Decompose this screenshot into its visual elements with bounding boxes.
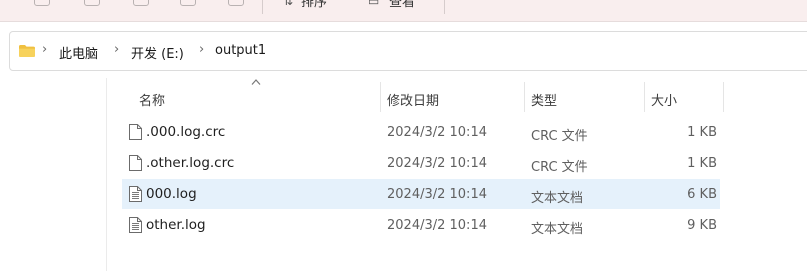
share-icon[interactable] <box>228 0 244 6</box>
file-row[interactable]: other.log 2024/3/2 10:14 文本文档 9 KB <box>122 210 720 240</box>
navigation-pane-divider[interactable] <box>106 78 107 271</box>
rename-icon[interactable] <box>180 0 196 6</box>
breadcrumb-folder[interactable]: output1 <box>215 43 266 58</box>
file-size: 6 KB <box>687 187 717 202</box>
chevron-right-icon[interactable]: › <box>199 42 204 57</box>
file-type: 文本文档 <box>531 222 584 237</box>
file-modified: 2024/3/2 10:14 <box>387 218 487 233</box>
file-size: 9 KB <box>687 218 717 233</box>
command-bar: ⇅ 排序 ▭ 查看 <box>0 0 807 22</box>
file-name: .other.log.crc <box>146 155 235 171</box>
column-divider[interactable] <box>380 82 381 112</box>
file-name: .000.log.crc <box>146 124 226 140</box>
cut-icon[interactable] <box>34 0 50 6</box>
file-row[interactable]: .other.log.crc 2024/3/2 10:14 CRC 文件 1 K… <box>122 148 720 178</box>
file-modified: 2024/3/2 10:14 <box>387 156 487 171</box>
file-size: 1 KB <box>687 125 717 140</box>
address-bar[interactable]: › 此电脑 › 开发 (E:) › output1 <box>9 31 807 71</box>
breadcrumb-drive[interactable]: 开发 (E:) <box>131 43 184 62</box>
file-row[interactable]: .000.log.crc 2024/3/2 10:14 CRC 文件 1 KB <box>122 117 720 147</box>
file-type: CRC 文件 <box>531 160 588 175</box>
column-header-modified[interactable]: 修改日期 <box>387 90 439 109</box>
text-file-icon <box>129 217 142 233</box>
file-type: CRC 文件 <box>531 129 588 144</box>
toolbar-separator <box>444 0 445 14</box>
folder-icon <box>19 45 35 57</box>
file-size: 1 KB <box>687 156 717 171</box>
breadcrumb-this-pc[interactable]: 此电脑 <box>59 43 98 62</box>
column-header-size[interactable]: 大小 <box>651 90 677 109</box>
copy-icon[interactable] <box>84 0 100 6</box>
sort-button[interactable]: 排序 <box>301 0 327 10</box>
view-button[interactable]: 查看 <box>389 0 415 10</box>
column-divider[interactable] <box>524 82 525 112</box>
sort-icon[interactable]: ⇅ <box>283 0 293 8</box>
column-divider[interactable] <box>723 82 724 112</box>
file-modified: 2024/3/2 10:14 <box>387 125 487 140</box>
blank-file-icon <box>129 155 142 171</box>
file-name: 000.log <box>146 186 197 202</box>
sort-ascending-icon <box>251 79 261 85</box>
column-header-name[interactable]: 名称 <box>139 90 165 109</box>
column-divider[interactable] <box>644 82 645 112</box>
column-header-type[interactable]: 类型 <box>531 90 557 109</box>
chevron-right-icon[interactable]: › <box>42 42 47 57</box>
paste-icon[interactable] <box>133 0 149 6</box>
file-row-selected[interactable]: 000.log 2024/3/2 10:14 文本文档 6 KB <box>122 179 720 209</box>
toolbar-separator <box>262 0 263 14</box>
file-type: 文本文档 <box>531 191 584 206</box>
file-modified: 2024/3/2 10:14 <box>387 187 487 202</box>
view-icon[interactable]: ▭ <box>368 0 379 8</box>
chevron-right-icon[interactable]: › <box>114 42 119 57</box>
text-file-icon <box>129 186 142 202</box>
blank-file-icon <box>129 124 142 140</box>
file-name: other.log <box>146 217 206 233</box>
